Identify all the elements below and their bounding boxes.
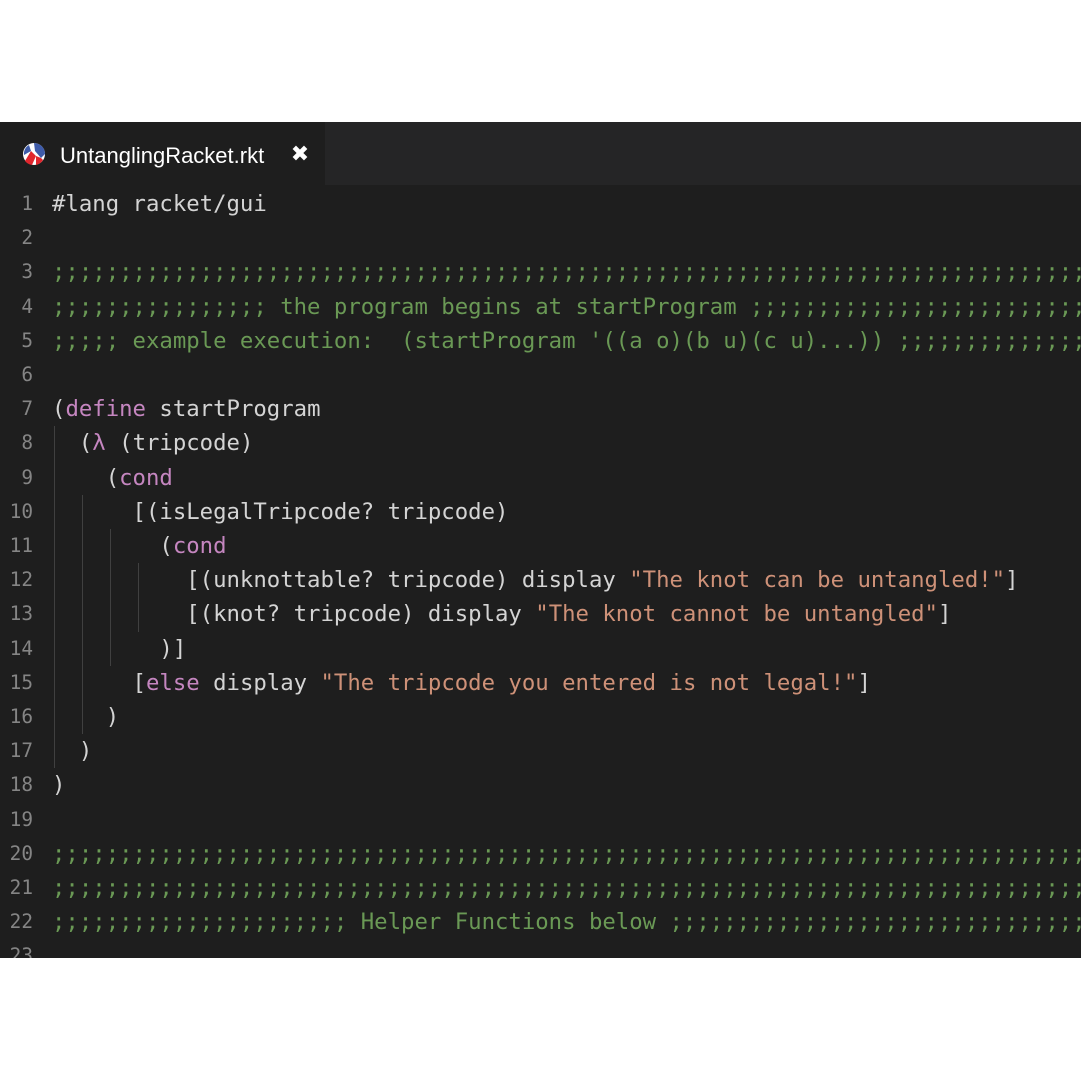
line-number: 21 [9, 876, 33, 899]
line-number: 15 [9, 670, 33, 694]
line-number: 4 [21, 294, 33, 318]
code-line[interactable]: ;;;;;;;;;;;;;;;;;;;;;; Helper Functions … [52, 905, 1081, 939]
code-line[interactable]: ) [52, 768, 65, 802]
code-line[interactable]: (λ (tripcode) [52, 426, 254, 460]
code-token: display [199, 669, 321, 696]
code-comment: ;;;;;;;;;;;;;;;;;;;;;;;;;;;;;;;;;;;;;;;;… [52, 840, 1081, 867]
code-line[interactable]: (cond [52, 529, 227, 563]
code-keyword: else [145, 669, 200, 696]
code-keyword: λ [92, 430, 106, 457]
racket-logo-icon [23, 143, 45, 165]
code-token: #lang racket/gui [52, 191, 267, 217]
code-line[interactable]: [(isLegalTripcode? tripcode) [52, 495, 509, 529]
line-number: 12 [9, 568, 33, 592]
code-token: ( [52, 430, 93, 457]
line-number: 22 [9, 910, 33, 934]
code-string: "The tripcode you entered is not legal!" [320, 669, 858, 696]
line-number: 5 [21, 328, 33, 352]
code-line[interactable]: [else display "The tripcode you entered … [52, 666, 871, 700]
line-number: 9 [21, 465, 33, 489]
code-token: ( [52, 533, 173, 559]
indent-guide [54, 426, 55, 769]
line-number: 20 [9, 841, 33, 865]
line-number: 8 [21, 431, 33, 455]
tab-title: UntanglingRacket.rkt [60, 143, 265, 168]
code-token: [(knot? tripcode) display [52, 601, 536, 628]
tab-bar: UntanglingRacket.rkt ✖ [0, 122, 1081, 185]
line-number: 16 [9, 705, 33, 728]
code-line[interactable]: #lang racket/gui [52, 187, 267, 221]
line-number: 19 [9, 807, 33, 831]
code-token: ) [52, 772, 66, 799]
indent-guide [110, 529, 111, 666]
code-comment: ;;;;; example execution: (startProgram '… [52, 327, 1081, 354]
code-comment: ;;;;;;;;;;;;;;;;;;;;;;;;;;;;;;;;;;;;;;;;… [52, 259, 1081, 286]
code-token: ) [52, 738, 93, 765]
tab-untangling-racket[interactable]: UntanglingRacket.rkt ✖ [0, 122, 325, 185]
line-number: 18 [9, 773, 33, 797]
code-comment: ;;;;;;;;;;;;;;;;;;;;;; Helper Functions … [52, 909, 1081, 936]
code-line[interactable]: ;;;;; example execution: (startProgram '… [52, 324, 1081, 358]
code-line[interactable]: ;;;;;;;;;;;;;;;;;;;;;;;;;;;;;;;;;;;;;;;;… [52, 837, 1081, 871]
line-number: 11 [9, 534, 33, 557]
line-number: 6 [21, 363, 33, 386]
code-line[interactable]: ) [52, 734, 92, 768]
code-comment: ;;;;;;;;;;;;;;;; the program begins at s… [52, 293, 1081, 320]
code-token: ( [52, 396, 66, 423]
code-line[interactable]: ) [52, 700, 119, 734]
code-editor[interactable]: UntanglingRacket.rkt ✖ 1 2 3 4 5 6 7 8 9 10 11 12 13… [0, 122, 1081, 958]
code-string: "The knot can be untangled!" [629, 567, 1006, 594]
code-line[interactable]: )] [52, 632, 186, 666]
code-line[interactable]: ;;;;;;;;;;;;;;;; the program begins at s… [52, 290, 1081, 324]
code-keyword: cond [119, 464, 173, 491]
line-number: 7 [21, 397, 33, 421]
close-icon[interactable]: ✖ [289, 142, 311, 168]
line-number: 2 [21, 226, 33, 250]
code-line[interactable]: (cond [52, 461, 173, 495]
line-number: 13 [9, 602, 33, 626]
code-token: ] [1005, 567, 1019, 594]
code-token: )] [52, 635, 187, 662]
code-keyword: define [65, 396, 146, 423]
indent-guide [138, 563, 139, 632]
code-token: ] [937, 601, 952, 628]
code-token: [(isLegalTripcode? tripcode) [52, 498, 509, 525]
line-number: 1 [21, 192, 33, 215]
code-line[interactable]: ;;;;;;;;;;;;;;;;;;;;;;;;;;;;;;;;;;;;;;;;… [52, 255, 1081, 289]
code-line[interactable]: (define startProgram [52, 392, 321, 426]
line-number: 14 [9, 636, 33, 660]
code-token: startProgram [145, 396, 321, 423]
code-line[interactable]: [(knot? tripcode) display "The knot cann… [52, 597, 951, 631]
code-keyword: cond [172, 533, 227, 559]
code-token: ) [52, 704, 120, 730]
code-token: ] [857, 669, 871, 696]
indent-guide [82, 494, 83, 735]
code-comment: ;;;;;;;;;;;;;;;;;;;;;;;;;;;;;;;;;;;;;;;;… [52, 875, 1081, 901]
code-token: (tripcode) [105, 430, 254, 457]
code-token: ( [52, 464, 120, 491]
code-line[interactable]: [(unknottable? tripcode) display "The kn… [52, 563, 1019, 597]
line-number: 17 [9, 739, 33, 763]
line-number: 23 [9, 944, 33, 958]
code-token: [ [52, 669, 146, 696]
line-number: 3 [21, 260, 33, 284]
line-number: 10 [9, 499, 33, 523]
code-string: "The knot cannot be untangled" [535, 601, 938, 628]
code-line[interactable]: ;;;;;;;;;;;;;;;;;;;;;;;;;;;;;;;;;;;;;;;;… [52, 871, 1081, 905]
